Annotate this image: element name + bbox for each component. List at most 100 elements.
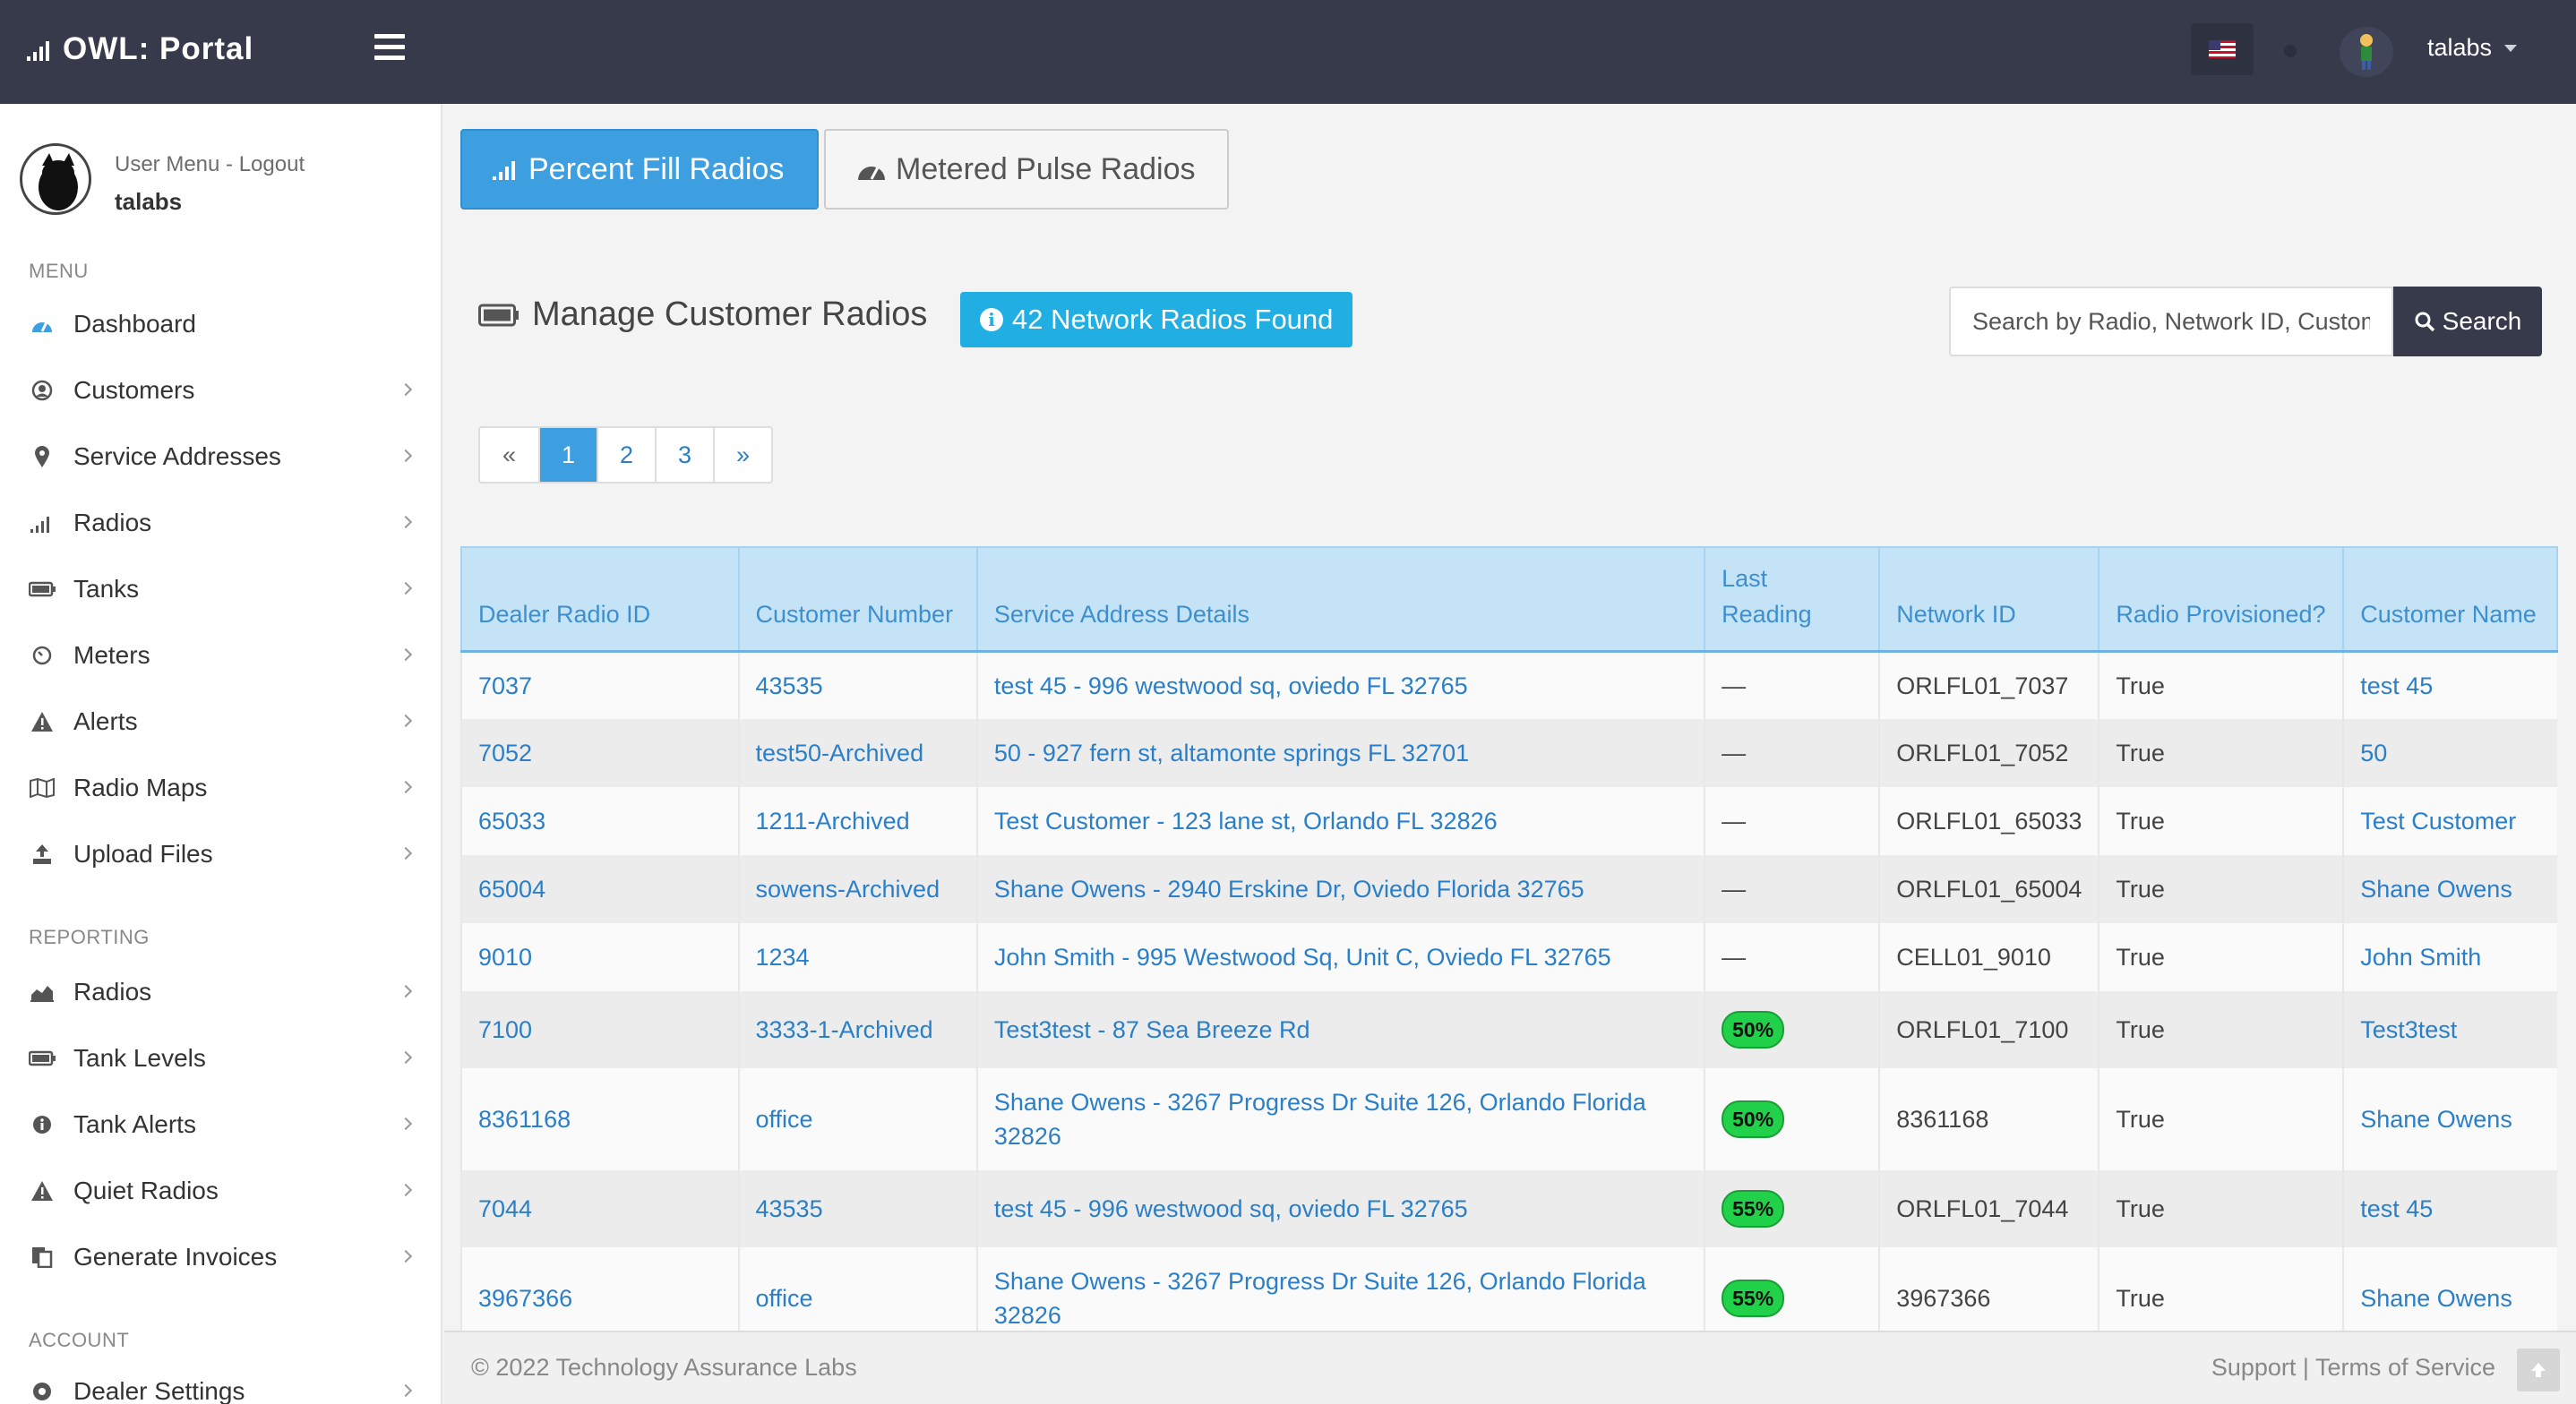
cell-text: —	[1722, 876, 1747, 903]
sidebar-item-dashboard[interactable]: Dashboard	[0, 297, 441, 351]
map-icon	[29, 775, 56, 801]
sidebar-item-label: Radios	[73, 978, 152, 1006]
cell-text: Shane Owens	[2360, 1106, 2512, 1133]
column-header[interactable]: Service Address Details	[975, 546, 1706, 653]
copyright: © 2022 Technology Assurance Labs	[471, 1354, 857, 1381]
cell-customer-name[interactable]: Shane Owens	[2342, 855, 2557, 923]
column-header[interactable]: Last Reading	[1704, 546, 1881, 653]
cell-dealer-radio-id[interactable]: 65033	[460, 787, 739, 855]
cell-dealer-radio-id[interactable]: 7037	[460, 651, 739, 719]
cell-customer-name[interactable]: test 45	[2342, 651, 2557, 719]
brand[interactable]: OWL: Portal	[27, 27, 253, 72]
menu-section-label: MENU	[29, 260, 89, 282]
sidebar-item-tank-alerts[interactable]: Tank Alerts	[0, 1098, 441, 1151]
cell-service-address[interactable]: Shane Owens - 3267 Progress Dr Suite 126…	[975, 1068, 1705, 1170]
cell-service-address[interactable]: Shane Owens - 2940 Erskine Dr, Oviedo Fl…	[975, 855, 1705, 923]
cell-customer-number[interactable]: 3333-1-Archived	[737, 991, 977, 1068]
user-menu-logout-link[interactable]: User Menu - Logout	[115, 152, 305, 177]
cell-dealer-radio-id[interactable]: 7100	[460, 991, 739, 1068]
sidebar-item-radios[interactable]: Radios	[0, 496, 441, 550]
table-row[interactable]: 65033 1211-Archived Test Customer - 123 la…	[460, 787, 2557, 855]
cell-service-address[interactable]: Test3test - 87 Sea Breeze Rd	[975, 991, 1705, 1068]
cell-customer-number[interactable]: 1234	[737, 923, 977, 991]
cell-service-address[interactable]: John Smith - 995 Westwood Sq, Unit C, Ov…	[975, 923, 1705, 991]
search-input[interactable]	[1949, 287, 2393, 356]
user-dropdown[interactable]: talabs	[2427, 34, 2518, 62]
cell-customer-number[interactable]: 43535	[737, 651, 977, 719]
cell-customer-number[interactable]: 1211-Archived	[737, 787, 977, 855]
cell-text: 65004	[478, 876, 546, 903]
cell-customer-name[interactable]: test 45	[2342, 1170, 2557, 1247]
column-header[interactable]: Customer Number	[737, 546, 978, 653]
cell-dealer-radio-id[interactable]: 7044	[460, 1170, 739, 1247]
cell-customer-name[interactable]: 50	[2342, 719, 2557, 787]
sidebar-item-service-addresses[interactable]: Service Addresses	[0, 430, 441, 484]
column-header[interactable]: Customer Name	[2342, 546, 2558, 653]
cell-text: Test3test	[2360, 1016, 2458, 1043]
chevron-right-icon	[399, 846, 413, 860]
cell-service-address[interactable]: test 45 - 996 westwood sq, oviedo FL 327…	[975, 651, 1705, 719]
sidebar-item-tank-levels[interactable]: Tank Levels	[0, 1032, 441, 1085]
cell-customer-name[interactable]: Test3test	[2342, 991, 2557, 1068]
cell-customer-name[interactable]: John Smith	[2342, 923, 2557, 991]
table-row[interactable]: 7044 43535 test 45 - 996 westwood sq, ovie…	[460, 1170, 2557, 1247]
page-next[interactable]: »	[713, 428, 771, 482]
menu-toggle-icon[interactable]	[374, 34, 405, 64]
sidebar-item-upload-files[interactable]: Upload Files	[0, 827, 441, 881]
cell-customer-number[interactable]: office	[737, 1068, 977, 1170]
cell-customer-name[interactable]: Test Customer	[2342, 787, 2557, 855]
profile-name: talabs	[115, 188, 183, 215]
page-2[interactable]: 2	[597, 428, 655, 482]
sidebar-item-customers[interactable]: Customers	[0, 364, 441, 417]
page-3[interactable]: 3	[655, 428, 713, 482]
cell-text: Shane Owens - 3267 Progress Dr Suite 126…	[993, 1268, 1646, 1329]
search-button[interactable]: Search	[2393, 287, 2542, 356]
sidebar-item-dealer-settings[interactable]: Dealer Settings	[0, 1365, 441, 1404]
support-link[interactable]: Support	[2211, 1354, 2297, 1381]
cell-service-address[interactable]: 50 - 927 fern st, altamonte springs FL 3…	[975, 719, 1705, 787]
table-row[interactable]: 65004 sowens-Archived Shane Owens - 2940 E…	[460, 855, 2557, 923]
sidebar-item-quiet-radios[interactable]: Quiet Radios	[0, 1164, 441, 1218]
cell-service-address[interactable]: test 45 - 996 westwood sq, oviedo FL 327…	[975, 1170, 1705, 1247]
sidebar-item-report-radios[interactable]: Radios	[0, 965, 441, 1019]
owl-avatar	[20, 143, 91, 215]
column-header[interactable]: Dealer Radio ID	[460, 546, 740, 653]
cell-network-id: ORLFL01_65004	[1878, 855, 2099, 923]
column-header[interactable]: Radio Provisioned?	[2098, 546, 2345, 653]
page-prev[interactable]: «	[480, 428, 538, 482]
sidebar-item-meters[interactable]: Meters	[0, 629, 441, 682]
sidebar-item-label: Tanks	[73, 575, 140, 603]
table-row[interactable]: 7037 43535 test 45 - 996 westwood sq, ovie…	[460, 651, 2557, 719]
table-row[interactable]: 8361168 office Shane Owens - 3267 Progress…	[460, 1068, 2557, 1170]
sidebar-item-generate-invoices[interactable]: Generate Invoices	[0, 1230, 441, 1284]
tab-percent-fill-radios[interactable]: Percent Fill Radios	[460, 129, 819, 210]
sidebar-item-tanks[interactable]: Tanks	[0, 562, 441, 616]
user-avatar[interactable]	[2340, 27, 2393, 77]
sidebar-item-radio-maps[interactable]: Radio Maps	[0, 761, 441, 815]
language-selector[interactable]	[2191, 23, 2254, 75]
cell-dealer-radio-id[interactable]: 7052	[460, 719, 739, 787]
cell-customer-number[interactable]: 43535	[737, 1170, 977, 1247]
terms-link[interactable]: Terms of Service	[2315, 1354, 2495, 1381]
cell-dealer-radio-id[interactable]: 9010	[460, 923, 739, 991]
cell-dealer-radio-id[interactable]: 8361168	[460, 1068, 739, 1170]
table-row[interactable]: 7100 3333-1-Archived Test3test - 87 Sea Br…	[460, 991, 2557, 1068]
page-1[interactable]: 1	[538, 428, 597, 482]
chevron-right-icon	[399, 780, 413, 794]
cell-text: John Smith - 995 Westwood Sq, Unit C, Ov…	[993, 944, 1611, 971]
column-header[interactable]: Network ID	[1878, 546, 2100, 653]
table-row[interactable]: 7052 test50-Archived 50 - 927 fern st, alt…	[460, 719, 2557, 787]
tab-metered-pulse-radios[interactable]: Metered Pulse Radios	[824, 129, 1229, 210]
table-row[interactable]: 9010 1234 John Smith - 995 Westwood Sq, Un…	[460, 923, 2557, 991]
cell-customer-number[interactable]: sowens-Archived	[737, 855, 977, 923]
scroll-to-top-button[interactable]	[2517, 1348, 2560, 1391]
cell-customer-name[interactable]: Shane Owens	[2342, 1068, 2557, 1170]
cell-last-reading: —	[1704, 787, 1880, 855]
cell-dealer-radio-id[interactable]: 65004	[460, 855, 739, 923]
cell-customer-number[interactable]: test50-Archived	[737, 719, 977, 787]
cell-text: 43535	[755, 672, 823, 699]
cell-text: 7044	[478, 1195, 533, 1222]
cell-service-address[interactable]: Test Customer - 123 lane st, Orlando FL …	[975, 787, 1705, 855]
pagination: « 1 2 3 »	[478, 426, 773, 484]
sidebar-item-alerts[interactable]: Alerts	[0, 695, 441, 749]
